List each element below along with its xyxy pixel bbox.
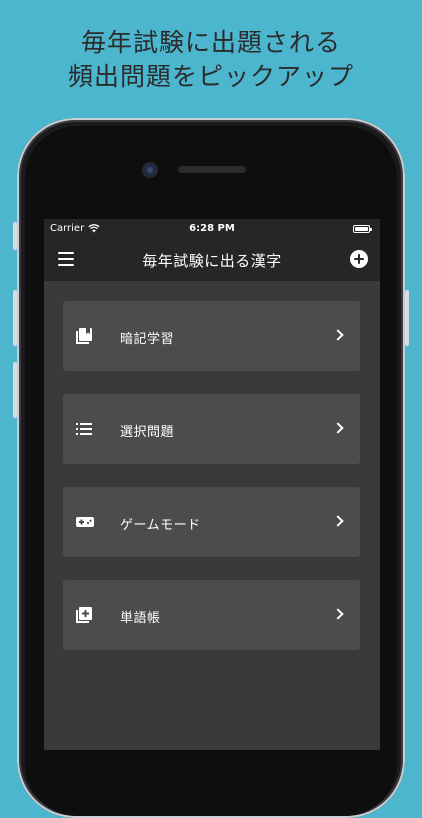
menu-list: 暗記学習 選択問題 ゲームモード 単語帳 xyxy=(44,281,380,650)
list-icon xyxy=(76,423,92,435)
volume-down-button xyxy=(13,362,17,418)
chevron-right-icon xyxy=(332,329,344,341)
menu-item-label: 暗記学習 xyxy=(120,332,175,347)
chevron-right-icon xyxy=(332,515,344,527)
headline-line-2: 頻出問題をピックアップ xyxy=(67,62,354,91)
volume-up-button xyxy=(13,290,17,346)
nav-title: 毎年試験に出る漢字 xyxy=(142,252,282,270)
status-bar: Carrier 6:28 PM xyxy=(44,219,380,239)
menu-item-game-mode[interactable]: ゲームモード xyxy=(63,487,360,557)
earpiece-speaker xyxy=(178,166,246,173)
menu-item-vocabulary-book[interactable]: 単語帳 xyxy=(63,580,360,650)
add-to-library-icon xyxy=(76,607,92,623)
front-camera xyxy=(144,164,156,176)
plus-circle-icon[interactable] xyxy=(350,250,368,268)
flashcards-icon xyxy=(76,328,92,344)
menu-item-label: ゲームモード xyxy=(120,518,201,533)
chevron-right-icon xyxy=(332,608,344,620)
app-screen: Carrier 6:28 PM 毎年試験に出る漢字 暗記学習 選択問題 ゲームモ… xyxy=(44,219,380,750)
chevron-right-icon xyxy=(332,422,344,434)
power-button xyxy=(405,290,409,346)
menu-item-label: 単語帳 xyxy=(120,611,161,626)
menu-item-memorization[interactable]: 暗記学習 xyxy=(63,301,360,371)
status-time: 6:28 PM xyxy=(189,223,235,234)
menu-item-label: 選択問題 xyxy=(120,425,175,440)
promo-headline: 毎年試験に出題される 頻出問題をピックアップ xyxy=(0,26,422,94)
navigation-bar: 毎年試験に出る漢字 xyxy=(44,239,380,281)
menu-item-multiple-choice[interactable]: 選択問題 xyxy=(63,394,360,464)
headline-line-1: 毎年試験に出題される xyxy=(80,28,341,57)
gamepad-icon xyxy=(76,517,94,527)
battery-icon xyxy=(353,225,372,233)
mute-switch xyxy=(13,222,17,250)
